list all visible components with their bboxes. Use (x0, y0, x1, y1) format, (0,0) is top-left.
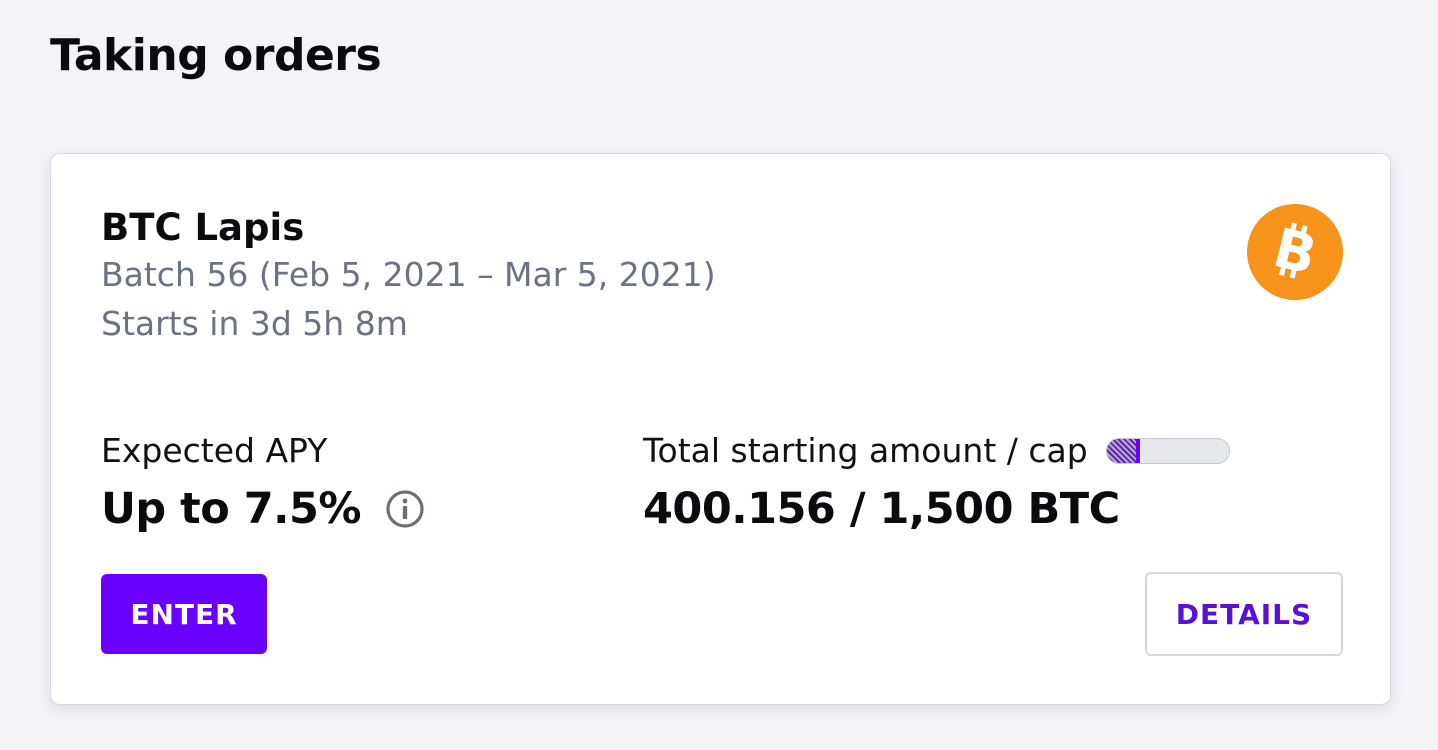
apy-label: Expected APY (101, 431, 328, 470)
total-label-row: Total starting amount / cap (643, 431, 1230, 470)
apy-value-row: Up to 7.5% (101, 484, 425, 534)
enter-button[interactable]: ENTER (101, 574, 267, 654)
total-label: Total starting amount / cap (643, 431, 1088, 470)
apy-value: Up to 7.5% (101, 484, 362, 534)
start-countdown: Starts in 3d 5h 8m (101, 304, 408, 343)
cap-progress-bar (1105, 437, 1230, 464)
page-title: Taking orders (50, 30, 382, 81)
product-name: BTC Lapis (101, 206, 305, 249)
product-card: BTC Lapis Batch 56 (Feb 5, 2021 – Mar 5,… (50, 153, 1391, 705)
bitcoin-icon: B (1247, 204, 1343, 300)
info-icon[interactable] (385, 489, 425, 529)
cap-progress-fill (1106, 438, 1140, 463)
details-button[interactable]: DETAILS (1145, 572, 1343, 656)
total-value: 400.156 / 1,500 BTC (643, 484, 1120, 534)
batch-info: Batch 56 (Feb 5, 2021 – Mar 5, 2021) (101, 255, 716, 294)
